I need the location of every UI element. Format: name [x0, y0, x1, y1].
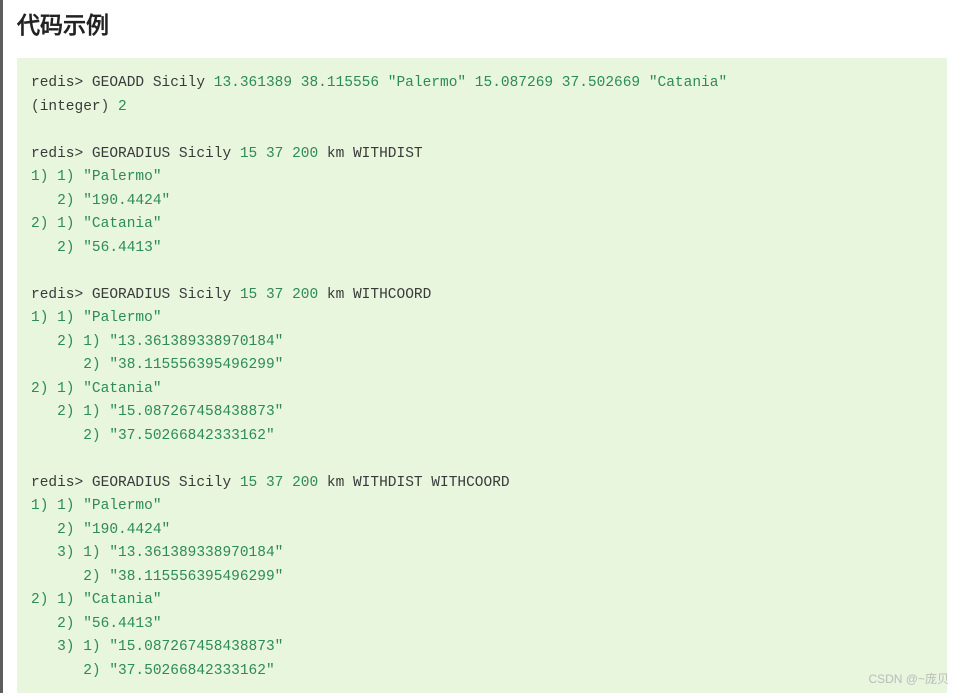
- code-token: GEORADIUS Sicily: [92, 146, 240, 162]
- code-token: 3) 1): [31, 545, 109, 561]
- code-token: "Palermo": [83, 169, 161, 185]
- code-token: "37.50266842333162": [109, 663, 274, 679]
- code-token: 2): [31, 193, 83, 209]
- section-title: 代码示例: [17, 0, 947, 58]
- code-token: "38.115556395496299": [109, 569, 283, 585]
- code-token: "190.4424": [83, 193, 170, 209]
- code-token: 2) 1): [31, 216, 83, 232]
- code-token: 2) 1): [31, 404, 109, 420]
- code-token: redis>: [31, 75, 92, 91]
- code-token: 15.087269 37.502669: [475, 75, 649, 91]
- code-token: 2): [31, 569, 109, 585]
- code-token: "Palermo": [388, 75, 475, 91]
- code-token: 2): [31, 663, 109, 679]
- code-token: km WITHCOORD: [327, 287, 431, 303]
- code-token: integer: [40, 99, 101, 115]
- code-token: km WITHDIST WITHCOORD: [327, 475, 510, 491]
- left-border: [0, 0, 3, 693]
- code-token: redis>: [31, 475, 92, 491]
- code-token: 2: [118, 99, 127, 115]
- code-token: 1) 1): [31, 169, 83, 185]
- code-token: 13.361389 38.115556: [214, 75, 388, 91]
- code-token: 15 37 200: [240, 146, 327, 162]
- code-token: "37.50266842333162": [109, 428, 274, 444]
- code-token: "Palermo": [83, 310, 161, 326]
- code-token: "15.087267458438873": [109, 639, 283, 655]
- code-token: 2) 1): [31, 334, 109, 350]
- code-token: 15 37 200: [240, 287, 327, 303]
- code-token: GEORADIUS Sicily: [92, 287, 240, 303]
- code-block: redis> GEOADD Sicily 13.361389 38.115556…: [17, 58, 947, 693]
- code-token: 2) 1): [31, 592, 83, 608]
- code-token: 2): [31, 357, 109, 373]
- code-token: km WITHDIST: [327, 146, 423, 162]
- code-token: "190.4424": [83, 522, 170, 538]
- code-token: "13.361389338970184": [109, 545, 283, 561]
- code-token: 1) 1): [31, 498, 83, 514]
- code-token: 15 37 200: [240, 475, 327, 491]
- code-token: "Catania": [649, 75, 727, 91]
- code-token: 3) 1): [31, 639, 109, 655]
- code-token: 2): [31, 240, 83, 256]
- code-token: 2): [31, 428, 109, 444]
- code-token: redis>: [31, 146, 92, 162]
- content-area: 代码示例 redis> GEOADD Sicily 13.361389 38.1…: [3, 0, 961, 693]
- code-token: "Palermo": [83, 498, 161, 514]
- code-token: 2): [31, 616, 83, 632]
- code-token: 2) 1): [31, 381, 83, 397]
- code-token: GEORADIUS Sicily: [92, 475, 240, 491]
- code-token: "Catania": [83, 216, 161, 232]
- code-token: "56.4413": [83, 240, 161, 256]
- watermark: CSDN @~庞贝: [868, 670, 949, 687]
- code-token: "15.087267458438873": [109, 404, 283, 420]
- code-token: "Catania": [83, 381, 161, 397]
- code-token: GEOADD Sicily: [92, 75, 214, 91]
- code-token: 1) 1): [31, 310, 83, 326]
- code-token: "13.361389338970184": [109, 334, 283, 350]
- code-token: "Catania": [83, 592, 161, 608]
- code-token: "56.4413": [83, 616, 161, 632]
- code-token: ): [101, 99, 118, 115]
- code-token: redis>: [31, 287, 92, 303]
- code-token: (: [31, 99, 40, 115]
- code-token: "38.115556395496299": [109, 357, 283, 373]
- code-token: 2): [31, 522, 83, 538]
